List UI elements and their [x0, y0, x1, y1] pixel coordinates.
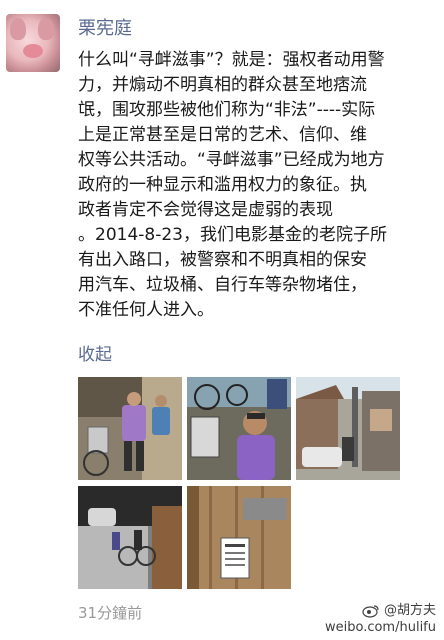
avatar[interactable] — [6, 14, 60, 72]
post-body-line: 不准任何人进入。 — [78, 300, 214, 320]
post-body-line: 权等公共活动。“寻衅滋事”已经成为地方 — [78, 150, 385, 170]
photo-5-image — [187, 486, 291, 589]
collapse-link[interactable]: 收起 — [78, 340, 112, 365]
avatar-ear-right — [38, 18, 54, 40]
post-body-line: 。2014-8-23，我们电影基金的老院子所 — [78, 225, 387, 245]
weibo-watermark: @胡方夫 weibo.com/hulifu — [325, 602, 436, 636]
watermark-handle: @胡方夫 — [383, 603, 436, 618]
watermark-handle-row: @胡方夫 — [325, 602, 436, 619]
post-body-line: 用汽车、垃圾桶、自行车等杂物堵住， — [78, 275, 367, 295]
post-body-line: 力，并煽动不明真相的群众甚至地痞流 — [78, 75, 367, 95]
photo-3[interactable] — [296, 377, 400, 480]
avatar-nose — [23, 44, 43, 58]
photo-1-image — [78, 377, 182, 480]
post-body-line: 什么叫“寻衅滋事”？就是：强权者动用警 — [78, 50, 385, 70]
post-body: 什么叫“寻衅滋事”？就是：强权者动用警 力，并煽动不明真相的群众甚至地痞流 氓，… — [78, 48, 440, 323]
photo-4-image — [78, 486, 182, 589]
photo-2[interactable] — [187, 377, 291, 480]
post-body-line: 有出入路口，被警察和不明真相的保安 — [78, 250, 367, 270]
post-body-line: 上是正常甚至是日常的艺术、信仰、维 — [78, 125, 367, 145]
post-timestamp: 31分鐘前 — [78, 604, 143, 622]
photo-5[interactable] — [187, 486, 291, 589]
photo-2-image — [187, 377, 291, 480]
photo-4[interactable] — [78, 486, 182, 589]
post-body-line: 氓，围攻那些被他们称为“非法”----实际 — [78, 100, 376, 120]
post-body-line: 政者肯定不会觉得这是虚弱的表现 — [78, 200, 333, 220]
weibo-icon — [362, 604, 379, 618]
photo-1[interactable] — [78, 377, 182, 480]
watermark-url: weibo.com/hulifu — [324, 620, 436, 635]
photo-3-image — [296, 377, 400, 480]
avatar-ear-left — [10, 18, 26, 40]
author-name[interactable]: 栗宪庭 — [78, 14, 132, 40]
post-body-line: 政府的一种显示和滥用权力的象征。执 — [78, 175, 367, 195]
